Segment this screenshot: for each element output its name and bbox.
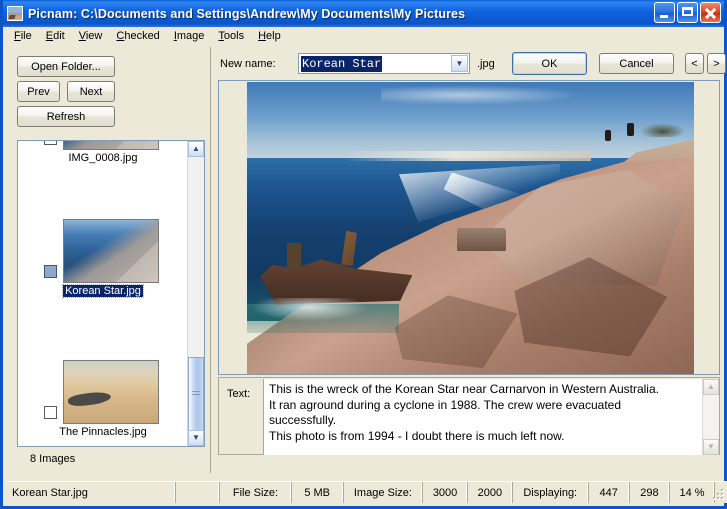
thumbnail-label: IMG_0008.jpg — [18, 152, 188, 164]
scrollbar-thumb[interactable] — [188, 357, 204, 431]
menu-item-checked[interactable]: Checked — [109, 28, 166, 45]
new-name-input[interactable]: Korean Star — [301, 56, 382, 72]
description-textarea[interactable]: This is the wreck of the Korean Star nea… — [263, 379, 719, 455]
thumbnail-list-scrollbar[interactable]: ▲ ▼ — [187, 141, 204, 446]
thumbnail-checkbox[interactable] — [44, 265, 57, 278]
description-text[interactable]: This is the wreck of the Korean Star nea… — [269, 382, 687, 444]
status-image-width: 3000 — [423, 482, 468, 503]
thumbnail-image[interactable] — [63, 219, 159, 283]
menu-item-help[interactable]: Help — [251, 28, 288, 45]
menu-item-tools[interactable]: Tools — [211, 28, 251, 45]
menu-bar: File Edit View Checked Image Tools Help — [3, 27, 724, 47]
next-image-button[interactable]: > — [707, 53, 726, 74]
text-label: Text: — [227, 388, 250, 400]
left-panel: Open Folder... Prev Next Refresh IMG_000… — [8, 47, 211, 473]
menu-item-edit[interactable]: Edit — [39, 28, 72, 45]
thumbnail-list-inner: IMG_0008.jpg Korean Star.jpg — [18, 141, 188, 446]
status-zoom-level: 14 % — [670, 482, 715, 503]
application-window: Picnam: C:\Documents and Settings\Andrew… — [0, 0, 727, 509]
status-image-size-label: Image Size: — [344, 482, 423, 503]
status-file-size-label: File Size: — [220, 482, 291, 503]
new-name-row: New name: Korean Star ▼ .jpg OK Cancel <… — [218, 53, 723, 77]
text-panel: Text: This is the wreck of the Korean St… — [218, 377, 720, 455]
photo-viewer[interactable] — [218, 80, 720, 375]
picture-icon — [7, 6, 23, 21]
previous-image-button[interactable]: < — [685, 53, 704, 74]
minimize-button[interactable] — [654, 2, 675, 23]
thumbnail-checkbox[interactable] — [44, 141, 57, 145]
file-extension-label: .jpg — [477, 58, 495, 70]
thumbnail-image[interactable] — [63, 360, 159, 424]
chevron-up-icon[interactable]: ▲ — [188, 141, 204, 157]
status-bar: Korean Star.jpg File Size: 5 MB Image Si… — [6, 481, 727, 503]
prev-button[interactable]: Prev — [17, 81, 60, 102]
window-title: Picnam: C:\Documents and Settings\Andrew… — [28, 7, 465, 21]
status-display-width: 447 — [589, 482, 630, 503]
chevron-down-icon[interactable]: ▼ — [703, 439, 719, 455]
person-figure — [605, 130, 611, 141]
ok-button[interactable]: OK — [512, 52, 587, 75]
thumbnail-image[interactable] — [63, 141, 159, 150]
photo-image — [247, 82, 694, 374]
window-controls — [654, 2, 721, 23]
image-count-label: 8 Images — [30, 453, 75, 465]
thumbnail-label: The Pinnacles.jpg — [18, 426, 188, 438]
chevron-down-icon[interactable]: ▼ — [188, 430, 204, 446]
title-bar[interactable]: Picnam: C:\Documents and Settings\Andrew… — [3, 0, 724, 27]
chevron-up-icon[interactable]: ▲ — [703, 379, 719, 395]
thumbnail-label: Korean Star.jpg — [18, 285, 188, 297]
right-panel: New name: Korean Star ▼ .jpg OK Cancel <… — [212, 47, 725, 473]
new-name-label: New name: — [220, 58, 276, 70]
menu-item-image[interactable]: Image — [167, 28, 212, 45]
work-area: Open Folder... Prev Next Refresh IMG_000… — [6, 46, 727, 477]
status-current-file: Korean Star.jpg — [6, 482, 176, 503]
thumbnail-list[interactable]: IMG_0008.jpg Korean Star.jpg — [17, 140, 205, 447]
status-displaying-label: Displaying: — [513, 482, 589, 503]
status-spacer — [176, 482, 220, 503]
menu-item-view[interactable]: View — [72, 28, 110, 45]
thumbnail-checkbox[interactable] — [44, 406, 57, 419]
next-button[interactable]: Next — [67, 81, 115, 102]
status-display-height: 298 — [630, 482, 670, 503]
cancel-button[interactable]: Cancel — [599, 53, 674, 74]
refresh-button[interactable]: Refresh — [17, 106, 115, 127]
maximize-button[interactable] — [677, 2, 698, 23]
status-file-size-value: 5 MB — [292, 482, 344, 503]
close-button[interactable] — [700, 2, 721, 23]
chevron-down-icon[interactable]: ▼ — [451, 55, 468, 72]
open-folder-button[interactable]: Open Folder... — [17, 56, 115, 77]
text-scrollbar[interactable]: ▲ ▼ — [702, 379, 719, 455]
status-image-height: 2000 — [468, 482, 513, 503]
person-figure — [627, 123, 634, 136]
status-resize-grip[interactable] — [715, 482, 727, 503]
menu-item-file[interactable]: File — [7, 28, 39, 45]
new-name-combobox[interactable]: Korean Star ▼ — [298, 53, 470, 74]
resize-grip-icon — [713, 489, 725, 501]
